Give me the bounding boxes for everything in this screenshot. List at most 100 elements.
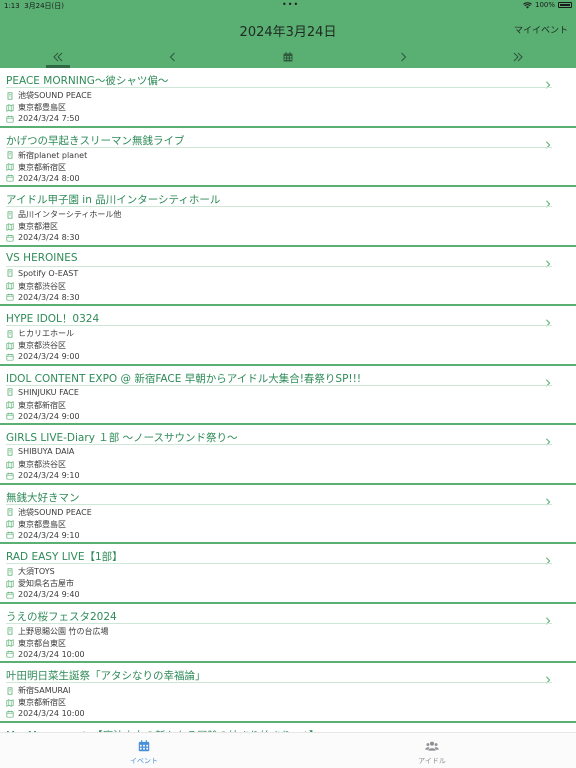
event-venue-line: ヒカリエホール [6,328,74,339]
event-title: VS HEROINES [6,251,78,264]
event-area-line: 東京都渋谷区 [6,459,66,470]
event-datetime: 2024/3/24 10:00 [18,649,85,659]
event-datetime: 2024/3/24 8:30 [18,233,80,242]
event-title: HYPE IDOL！0324 [6,313,100,325]
chevron-right-icon [401,52,407,62]
double-chevron-right-icon [513,52,523,62]
event-row[interactable]: IDOL CONTENT EXPO @ 新宿FACE 早朝からアイドル大集合!春… [0,366,576,425]
event-row[interactable]: かげつの早起きスリーマン無銭ライブ 新宿planet planet 東京都新宿区 [0,128,576,187]
event-title: うえの桜フェスタ2024 [6,610,117,623]
event-area: 東京都渋谷区 [18,460,66,469]
next-week-button[interactable] [498,46,538,68]
event-venue-line: 池袋SOUND PEACE [6,90,92,101]
building-icon [6,447,14,456]
next-day-button[interactable] [383,46,423,68]
event-list[interactable]: PEACE MORNING〜彼シャツ偏〜 池袋SOUND PEACE 東京都豊島… [0,68,576,732]
chevron-right-icon [544,372,552,387]
event-title: アイドル甲子園 in 品川インターシティホール [6,194,221,206]
calendar-small-icon [6,472,14,480]
event-row[interactable]: HYPE IDOL！0324 ヒカリエホール 東京都渋谷区 2024/3/24 … [0,306,576,366]
calendar-small-icon [6,710,14,718]
calendar-small-icon [6,591,14,599]
date-navigation [0,46,576,68]
event-area-line: 東京都新宿区 [6,697,66,708]
battery-icon [558,2,572,8]
event-row[interactable]: GIRLS LIVE-Diary １部 〜ノースサウンド祭り〜 SHIBUYA … [0,425,576,485]
map-icon [6,282,14,290]
event-venue-line: 品川インターシティホール他 [6,209,121,220]
event-area-line: 東京都渋谷区 [6,340,66,351]
event-venue: 新宿planet planet [18,150,88,160]
event-row[interactable]: MyuMe presents【魔法少女の新たなる冒険の始まり始まり〜♪】 [0,723,576,733]
chevron-left-icon [169,52,175,62]
multitasking-dots-icon[interactable]: ••• [282,0,299,9]
event-area-line: 東京都豊島区 [6,102,66,113]
event-venue-line: 新宿SAMURAI [6,685,71,696]
event-area-line: 東京都豊島区 [6,519,66,530]
event-datetime-line: 2024/3/24 10:00 [6,709,85,718]
event-area: 東京都豊島区 [18,103,66,112]
my-events-button[interactable]: マイイベント [514,23,568,36]
building-icon [6,329,14,338]
event-datetime: 2024/3/24 8:30 [18,292,80,302]
calendar-icon [138,740,150,752]
row-divider [6,622,552,624]
tab-events[interactable]: イベント [84,733,204,768]
event-datetime-line: 2024/3/24 7:50 [6,114,80,123]
event-venue-line: 池袋SOUND PEACE [6,507,92,518]
app-header: 1:13 3月24日(日) ••• 100% 2024年3月24日 マイイベント [0,0,576,68]
map-icon [6,341,14,350]
calendar-small-icon [6,353,14,361]
building-icon [6,567,14,576]
event-row[interactable]: うえの桜フェスタ2024 上野恩賜公園 竹の台広場 東京都台東区 2024/3/… [0,604,576,663]
building-icon [6,269,14,277]
event-venue: 新宿SAMURAI [18,686,71,695]
event-datetime-line: 2024/3/24 8:30 [6,293,80,302]
event-row[interactable]: VS HEROINES Spotify O-EAST 東京都渋谷区 2024/3… [0,247,576,306]
calendar-picker-button[interactable] [268,46,308,68]
tab-idols[interactable]: アイドル [372,733,492,768]
prev-day-button[interactable] [153,46,193,68]
building-icon [6,686,14,695]
event-datetime-line: 2024/3/24 9:00 [6,352,80,361]
building-icon [6,91,14,100]
event-row[interactable]: PEACE MORNING〜彼シャツ偏〜 池袋SOUND PEACE 東京都豊島… [0,68,576,128]
building-icon [6,508,14,516]
event-area: 東京都港区 [18,222,58,231]
chevron-right-icon [544,550,552,565]
event-area: 東京都台東区 [18,638,66,648]
event-datetime-line: 2024/3/24 9:40 [6,590,80,599]
event-row[interactable]: 無銭大好きマン 池袋SOUND PEACE 東京都豊島区 2024/3/24 9… [0,485,576,544]
event-area-line: 東京都港区 [6,221,58,232]
event-datetime-line: 2024/3/24 8:30 [6,233,80,242]
row-divider [6,563,552,564]
event-area: 東京都渋谷区 [18,281,66,291]
prev-week-button[interactable] [38,46,78,68]
event-title: IDOL CONTENT EXPO @ 新宿FACE 早朝からアイドル大集合!春… [6,372,362,385]
row-divider [6,682,552,683]
status-bar: 1:13 3月24日(日) ••• 100% [0,0,576,12]
event-row[interactable]: RAD EASY LIVE【1部】 大須TOYS 愛知県名古屋市 2024/3/… [0,544,576,604]
event-title: かげつの早起きスリーマン無銭ライブ [6,134,185,147]
event-venue: 池袋SOUND PEACE [18,507,92,517]
event-datetime-line: 2024/3/24 10:00 [6,650,85,659]
calendar-small-icon [6,650,14,658]
row-divider [6,444,552,445]
chevron-right-icon [544,610,552,625]
row-divider [6,87,552,88]
map-icon [6,103,14,112]
chevron-right-icon [544,193,552,208]
row-divider [6,325,552,326]
row-divider [6,206,552,207]
event-area: 東京都新宿区 [18,400,66,410]
event-venue: 大須TOYS [18,567,55,576]
map-icon [6,460,14,469]
map-icon [6,579,14,588]
chevron-right-icon [544,491,552,506]
event-datetime: 2024/3/24 9:10 [18,471,80,480]
event-venue-line: 上野恩賜公園 竹の台広場 [6,626,109,637]
event-row[interactable]: 叶田明日菜生誕祭「アタシなりの幸福論」 新宿SAMURAI 東京都新宿区 202… [0,663,576,723]
event-venue-line: 大須TOYS [6,566,55,577]
event-area: 東京都新宿区 [18,698,66,707]
event-row[interactable]: アイドル甲子園 in 品川インターシティホール 品川インターシティホール他 東京… [0,187,576,247]
